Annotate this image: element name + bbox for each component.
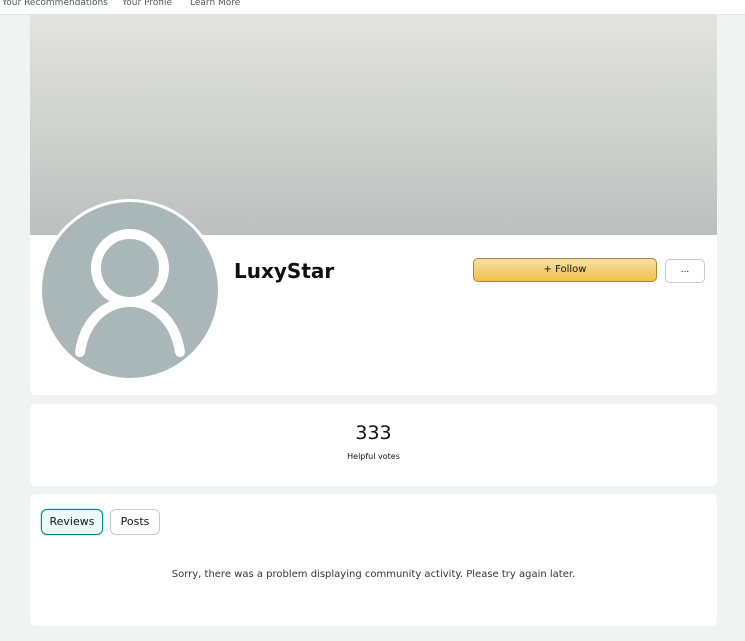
profile-card: LuxyStar + Follow ...: [30, 15, 717, 395]
tab-reviews[interactable]: Reviews: [41, 509, 103, 535]
helpful-votes-count: 333: [355, 422, 392, 444]
nav-learn-more[interactable]: Learn More: [190, 0, 240, 8]
follow-button[interactable]: + Follow: [473, 258, 657, 282]
profile-username: LuxyStar: [234, 259, 335, 283]
helpful-votes-label: Helpful votes: [347, 452, 400, 461]
more-options-button[interactable]: ...: [665, 259, 705, 283]
helpful-votes-card: 333 Helpful votes: [30, 404, 717, 486]
activity-error-message: Sorry, there was a problem displaying co…: [171, 569, 576, 580]
nav-your-recommendations[interactable]: Your Recommendations: [2, 0, 108, 8]
top-navigation: Your Recommendations Your Profile Learn …: [0, 0, 745, 15]
community-activity-card: Reviews Posts Sorry, there was a problem…: [30, 494, 717, 626]
nav-your-profile[interactable]: Your Profile: [122, 0, 172, 8]
tab-posts[interactable]: Posts: [110, 509, 160, 535]
default-user-icon: [42, 202, 218, 378]
avatar: [39, 199, 221, 381]
